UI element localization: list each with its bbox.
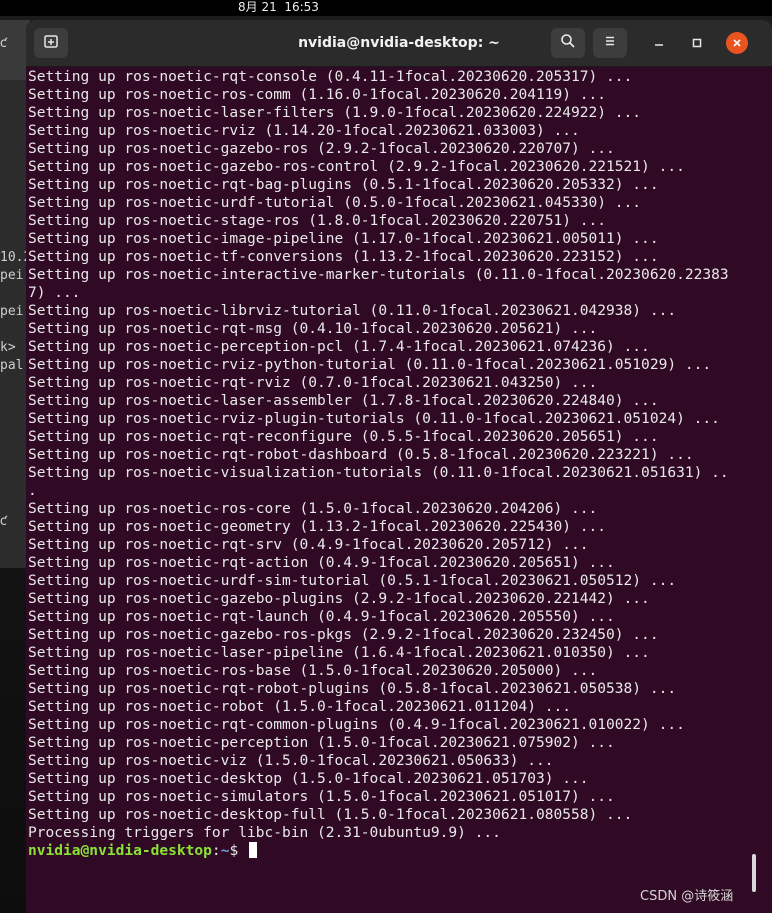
close-icon xyxy=(731,34,743,53)
background-window-text: 10.2 xyxy=(0,250,28,265)
terminal-line: Setting up ros-noetic-geometry (1.13.2-1… xyxy=(28,518,607,535)
terminal-line: Setting up ros-noetic-rqt-robot-plugins … xyxy=(28,680,677,697)
watermark: CSDN @诗筱涵 xyxy=(640,889,734,904)
terminal-line: Setting up ros-noetic-rqt-robot-dashboar… xyxy=(28,446,694,463)
terminal-line: Setting up ros-noetic-gazebo-ros-pkgs (2… xyxy=(28,626,659,643)
terminal-line: Setting up ros-noetic-ros-comm (1.16.0-1… xyxy=(28,86,607,103)
terminal-line: Setting up ros-noetic-gazebo-ros-control… xyxy=(28,158,685,175)
terminal-line: Setting up ros-noetic-perception (1.5.0-… xyxy=(28,734,615,751)
terminal-line: 7) ... xyxy=(28,284,81,301)
terminal-line: Setting up ros-noetic-rviz-python-tutori… xyxy=(28,356,712,373)
terminal-line: Setting up ros-noetic-image-pipeline (1.… xyxy=(28,230,659,247)
terminal-lines: Setting up ros-noetic-rqt-console (0.4.1… xyxy=(28,68,768,842)
background-window-text: ƈ xyxy=(0,514,8,529)
terminal-output[interactable]: Setting up ros-noetic-rqt-console (0.4.1… xyxy=(28,68,768,860)
minimize-icon xyxy=(653,34,665,53)
terminal-line: Processing triggers for libc-bin (2.31-0… xyxy=(28,824,501,841)
terminal-line: Setting up ros-noetic-urdf-tutorial (0.5… xyxy=(28,194,642,211)
terminal-line: Setting up ros-noetic-stage-ros (1.8.0-1… xyxy=(28,212,607,229)
background-window-text: ƈ xyxy=(0,36,8,51)
terminal-line: Setting up ros-noetic-rviz-plugin-tutori… xyxy=(28,410,720,427)
hamburger-menu-button[interactable] xyxy=(593,28,627,58)
terminal-line: Setting up ros-noetic-visualization-tuto… xyxy=(28,464,729,481)
hamburger-menu-icon xyxy=(602,33,618,53)
scrollbar-thumb[interactable] xyxy=(752,854,756,892)
background-window-text: k> xyxy=(0,340,16,355)
terminal-line: Setting up ros-noetic-rqt-launch (0.4.9-… xyxy=(28,608,615,625)
shell-prompt-line[interactable]: nvidia@nvidia-desktop:~$ xyxy=(28,842,768,860)
terminal-line: Setting up ros-noetic-desktop (1.5.0-1fo… xyxy=(28,770,589,787)
terminal-line: Setting up ros-noetic-ros-core (1.5.0-1f… xyxy=(28,500,598,517)
desktop: 8月 21 16:53 ƈ 10.2 pei pei k> pal: ƈ nvi… xyxy=(0,0,772,913)
search-icon xyxy=(560,33,576,53)
background-window-text: pei xyxy=(0,304,24,319)
terminal-line: Setting up ros-noetic-laser-filters (1.9… xyxy=(28,104,642,121)
background-window-text: pal: xyxy=(0,358,28,373)
terminal-line: Setting up ros-noetic-rqt-action (0.4.9-… xyxy=(28,554,615,571)
terminal-line: Setting up ros-noetic-rviz (1.14.20-1foc… xyxy=(28,122,580,139)
maximize-button[interactable] xyxy=(686,32,708,54)
search-button[interactable] xyxy=(551,28,585,58)
terminal-line: Setting up ros-noetic-robot (1.5.0-1foca… xyxy=(28,698,571,715)
terminal-line: Setting up ros-noetic-rqt-bag-plugins (0… xyxy=(28,176,659,193)
terminal-line: Setting up ros-noetic-gazebo-ros (2.9.2-… xyxy=(28,140,615,157)
terminal-line: Setting up ros-noetic-rqt-srv (0.4.9-1fo… xyxy=(28,536,589,553)
background-window-text: pei xyxy=(0,268,24,283)
minimize-button[interactable] xyxy=(648,32,670,54)
terminal-line: Setting up ros-noetic-rqt-msg (0.4.10-1f… xyxy=(28,320,598,337)
terminal-line: Setting up ros-noetic-tf-conversions (1.… xyxy=(28,248,659,265)
system-clock[interactable]: 8月 21 16:53 xyxy=(238,0,319,16)
terminal-header-bar[interactable]: nvidia@nvidia-desktop: ~ xyxy=(26,20,772,67)
terminal-line: Setting up ros-noetic-desktop-full (1.5.… xyxy=(28,806,633,823)
prompt-user-host: nvidia@nvidia-desktop xyxy=(28,842,212,859)
terminal-line: Setting up ros-noetic-rqt-rviz (0.7.0-1f… xyxy=(28,374,598,391)
terminal-line: Setting up ros-noetic-gazebo-plugins (2.… xyxy=(28,590,650,607)
system-top-bar: 8月 21 16:53 xyxy=(0,0,772,16)
terminal-window[interactable]: nvidia@nvidia-desktop: ~ Setting up ros-… xyxy=(26,20,772,913)
new-tab-icon xyxy=(43,33,59,53)
terminal-line: Setting up ros-noetic-simulators (1.5.0-… xyxy=(28,788,615,805)
terminal-line: Setting up ros-noetic-ros-base (1.5.0-1f… xyxy=(28,662,598,679)
terminal-line: Setting up ros-noetic-viz (1.5.0-1focal.… xyxy=(28,752,554,769)
terminal-line: Setting up ros-noetic-urdf-sim-tutorial … xyxy=(28,572,677,589)
prompt-separator: : xyxy=(211,842,221,859)
terminal-line: Setting up ros-noetic-laser-assembler (1… xyxy=(28,392,659,409)
terminal-line: Setting up ros-noetic-rqt-reconfigure (0… xyxy=(28,428,659,445)
new-tab-button[interactable] xyxy=(34,28,68,58)
text-cursor xyxy=(248,842,257,858)
terminal-line: Setting up ros-noetic-laser-pipeline (1.… xyxy=(28,644,650,661)
maximize-icon xyxy=(691,34,703,53)
terminal-line: Setting up ros-noetic-perception-pcl (1.… xyxy=(28,338,650,355)
terminal-line: Setting up ros-noetic-librviz-tutorial (… xyxy=(28,302,677,319)
terminal-line: Setting up ros-noetic-interactive-marker… xyxy=(28,266,729,283)
prompt-symbol: $ xyxy=(229,842,239,859)
terminal-line: Setting up ros-noetic-rqt-console (0.4.1… xyxy=(28,68,633,85)
terminal-line: Setting up ros-noetic-rqt-common-plugins… xyxy=(28,716,685,733)
terminal-line: . xyxy=(28,482,37,499)
close-button[interactable] xyxy=(726,32,748,54)
